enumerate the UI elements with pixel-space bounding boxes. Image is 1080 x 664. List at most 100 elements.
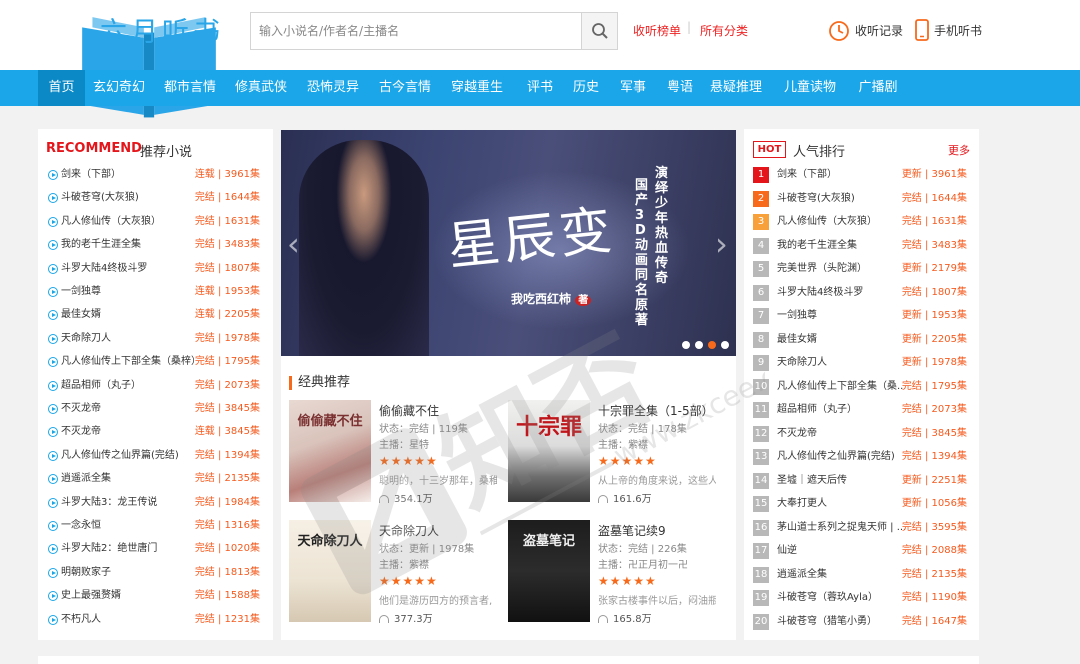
ranking-list-item[interactable]: 15 大奉打更人 更新 | 1056集 bbox=[753, 495, 967, 513]
nav-item[interactable]: 首页 bbox=[38, 70, 85, 106]
ranking-list-item[interactable]: 3 凡人修仙传（大灰狼） 完结 | 1631集 bbox=[753, 213, 967, 231]
classic-book-card[interactable]: 十宗罪 十宗罪全集（1-5部） 状态：完结 | 178集 主播：紫襟 ★★★★★ 从上帝的… bbox=[508, 400, 730, 508]
site-logo[interactable]: 六月听书 6yueting bbox=[38, 10, 220, 118]
ranking-list-item[interactable]: 6 斗罗大陆4终极斗罗 完结 | 1807集 bbox=[753, 284, 967, 302]
recommend-list-item[interactable]: 超品相师（丸子） 完结 | 2073集 bbox=[48, 377, 260, 395]
carousel-next-arrow[interactable]: › bbox=[715, 225, 728, 263]
ranking-list-item[interactable]: 20 斗破苍穹（猎笔小勇） 完结 | 1647集 bbox=[753, 613, 967, 631]
book-title[interactable]: 天命除刀人 bbox=[379, 522, 439, 539]
banner-carousel[interactable]: 星辰变 演绎少年热血传奇 国产3D动画同名原著 我吃西红柿 著 ‹ › bbox=[281, 130, 736, 356]
book-title[interactable]: 偷偷藏不住 bbox=[379, 402, 439, 419]
nav-item[interactable]: 修真武侠 bbox=[228, 70, 294, 106]
book-title[interactable]: 茅山道士系列之捉鬼天师 | ... bbox=[777, 519, 905, 537]
book-title[interactable]: 一念永恒 bbox=[61, 517, 201, 535]
book-cover[interactable]: 天命除刀人 bbox=[289, 520, 371, 622]
book-title[interactable]: 斗罗大陆4终极斗罗 bbox=[61, 260, 201, 278]
carousel-dot[interactable] bbox=[721, 341, 729, 349]
nav-item[interactable]: 恐怖灵异 bbox=[300, 70, 366, 106]
mobile-app-link[interactable]: 手机听书 bbox=[934, 22, 982, 39]
book-title[interactable]: 一剑独尊 bbox=[61, 283, 201, 301]
nav-item[interactable]: 都市言情 bbox=[157, 70, 223, 106]
recommend-list-item[interactable]: 最佳女婿 连载 | 2205集 bbox=[48, 306, 260, 324]
book-title[interactable]: 超品相师（丸子） bbox=[61, 377, 201, 395]
search-button[interactable] bbox=[581, 12, 618, 50]
book-cover[interactable]: 盗墓笔记 bbox=[508, 520, 590, 622]
recommend-list-item[interactable]: 剑来（下部） 连载 | 3961集 bbox=[48, 166, 260, 184]
book-title[interactable]: 逍遥派全集 bbox=[777, 566, 905, 584]
book-title[interactable]: 剑来（下部） bbox=[777, 166, 905, 184]
ranking-list-item[interactable]: 7 一剑独尊 更新 | 1953集 bbox=[753, 307, 967, 325]
recommend-list-item[interactable]: 凡人修仙传（大灰狼） 完结 | 1631集 bbox=[48, 213, 260, 231]
book-title[interactable]: 凡人修仙传（大灰狼） bbox=[61, 213, 201, 231]
ranking-list-item[interactable]: 9 天命除刀人 更新 | 1978集 bbox=[753, 354, 967, 372]
ranking-list-item[interactable]: 18 逍遥派全集 完结 | 2135集 bbox=[753, 566, 967, 584]
link-all-categories[interactable]: 所有分类 bbox=[700, 22, 748, 39]
book-title[interactable]: 凡人修仙传上下部全集（桑... bbox=[777, 378, 905, 396]
book-title[interactable]: 凡人修仙传之仙界篇(完结) bbox=[61, 447, 201, 465]
nav-item[interactable]: 评书 bbox=[517, 70, 563, 106]
recommend-list-item[interactable]: 不灭龙帝 完结 | 3845集 bbox=[48, 400, 260, 418]
book-title[interactable]: 凡人修仙传上下部全集（桑梓） bbox=[61, 353, 201, 371]
book-title[interactable]: 最佳女婿 bbox=[61, 306, 201, 324]
carousel-dot[interactable] bbox=[682, 341, 690, 349]
ranking-list-item[interactable]: 14 圣墟｜遮天后传 更新 | 2251集 bbox=[753, 472, 967, 490]
book-title[interactable]: 一剑独尊 bbox=[777, 307, 905, 325]
book-title[interactable]: 最佳女婿 bbox=[777, 331, 905, 349]
carousel-prev-arrow[interactable]: ‹ bbox=[287, 225, 300, 263]
nav-item[interactable]: 儿童读物 bbox=[775, 70, 845, 106]
link-rankings[interactable]: 收听榜单 bbox=[633, 22, 681, 39]
book-cover[interactable]: 十宗罪 bbox=[508, 400, 590, 502]
ranking-list-item[interactable]: 10 凡人修仙传上下部全集（桑... 完结 | 1795集 bbox=[753, 378, 967, 396]
book-title[interactable]: 我的老千生涯全集 bbox=[777, 237, 905, 255]
nav-item[interactable]: 古今言情 bbox=[372, 70, 438, 106]
ranking-list-item[interactable]: 12 不灭龙帝 完结 | 3845集 bbox=[753, 425, 967, 443]
book-title[interactable]: 不朽凡人 bbox=[61, 611, 201, 629]
recommend-list-item[interactable]: 一念永恒 完结 | 1316集 bbox=[48, 517, 260, 535]
recommend-list-item[interactable]: 斗罗大陆3：龙王传说 完结 | 1984集 bbox=[48, 494, 260, 512]
classic-book-card[interactable]: 盗墓笔记 盗墓笔记续9 状态：完结 | 226集 主播：卍正月初一卍 ★★★★★ 张家古楼… bbox=[508, 520, 730, 628]
book-title[interactable]: 大奉打更人 bbox=[777, 495, 905, 513]
book-title[interactable]: 完美世界（头陀渊） bbox=[777, 260, 905, 278]
book-title[interactable]: 天命除刀人 bbox=[61, 330, 201, 348]
recommend-list-item[interactable]: 凡人修仙传之仙界篇(完结) 完结 | 1394集 bbox=[48, 447, 260, 465]
book-title[interactable]: 不灭龙帝 bbox=[777, 425, 905, 443]
recommend-list-item[interactable]: 我的老千生涯全集 完结 | 3483集 bbox=[48, 236, 260, 254]
book-title[interactable]: 不灭龙帝 bbox=[61, 423, 201, 441]
nav-item[interactable]: 穿越重生 bbox=[444, 70, 510, 106]
book-title[interactable]: 圣墟｜遮天后传 bbox=[777, 472, 905, 490]
carousel-dot[interactable] bbox=[695, 341, 703, 349]
ranking-list-item[interactable]: 1 剑来（下部） 更新 | 3961集 bbox=[753, 166, 967, 184]
ranking-list-item[interactable]: 19 斗破苍穹（蓉玖Ayla） 完结 | 1190集 bbox=[753, 589, 967, 607]
recommend-list-item[interactable]: 天命除刀人 完结 | 1978集 bbox=[48, 330, 260, 348]
book-title[interactable]: 斗破苍穹(大灰狼) bbox=[777, 190, 905, 208]
ranking-list-item[interactable]: 2 斗破苍穹(大灰狼) 完结 | 1644集 bbox=[753, 190, 967, 208]
nav-item[interactable]: 历史 bbox=[563, 70, 609, 106]
nav-item[interactable]: 粤语 bbox=[657, 70, 703, 106]
book-title[interactable]: 仙逆 bbox=[777, 542, 905, 560]
recommend-list-item[interactable]: 斗罗大陆2：绝世唐门 完结 | 1020集 bbox=[48, 540, 260, 558]
ranking-list-item[interactable]: 17 仙逆 完结 | 2088集 bbox=[753, 542, 967, 560]
ranking-list-item[interactable]: 16 茅山道士系列之捉鬼天师 | ... 完结 | 3595集 bbox=[753, 519, 967, 537]
book-title[interactable]: 盗墓笔记续9 bbox=[598, 522, 666, 539]
nav-item[interactable]: 广播剧 bbox=[849, 70, 907, 106]
ranking-list-item[interactable]: 8 最佳女婿 更新 | 2205集 bbox=[753, 331, 967, 349]
recommend-list-item[interactable]: 一剑独尊 连载 | 1953集 bbox=[48, 283, 260, 301]
ranking-list-item[interactable]: 11 超品相师（丸子） 完结 | 2073集 bbox=[753, 401, 967, 419]
book-title[interactable]: 斗罗大陆4终极斗罗 bbox=[777, 284, 905, 302]
book-title[interactable]: 斗破苍穹（蓉玖Ayla） bbox=[777, 589, 905, 607]
carousel-dot[interactable] bbox=[708, 341, 716, 349]
book-title[interactable]: 超品相师（丸子） bbox=[777, 401, 905, 419]
recommend-list-item[interactable]: 凡人修仙传上下部全集（桑梓） 完结 | 1795集 bbox=[48, 353, 260, 371]
nav-item[interactable]: 玄幻奇幻 bbox=[86, 70, 152, 106]
search-input[interactable] bbox=[250, 12, 582, 50]
book-title[interactable]: 斗破苍穹(大灰狼) bbox=[61, 189, 201, 207]
book-title[interactable]: 剑来（下部） bbox=[61, 166, 201, 184]
ranking-list-item[interactable]: 5 完美世界（头陀渊） 更新 | 2179集 bbox=[753, 260, 967, 278]
recommend-list-item[interactable]: 斗破苍穹(大灰狼) 完结 | 1644集 bbox=[48, 189, 260, 207]
recommend-list-item[interactable]: 不灭龙帝 连载 | 3845集 bbox=[48, 423, 260, 441]
listening-history-link[interactable]: 收听记录 bbox=[855, 22, 903, 39]
book-title[interactable]: 凡人修仙传（大灰狼） bbox=[777, 213, 905, 231]
ranking-list-item[interactable]: 4 我的老千生涯全集 完结 | 3483集 bbox=[753, 237, 967, 255]
ranking-more-link[interactable]: 更多 bbox=[948, 142, 970, 158]
recommend-list-item[interactable]: 逍遥派全集 完结 | 2135集 bbox=[48, 470, 260, 488]
